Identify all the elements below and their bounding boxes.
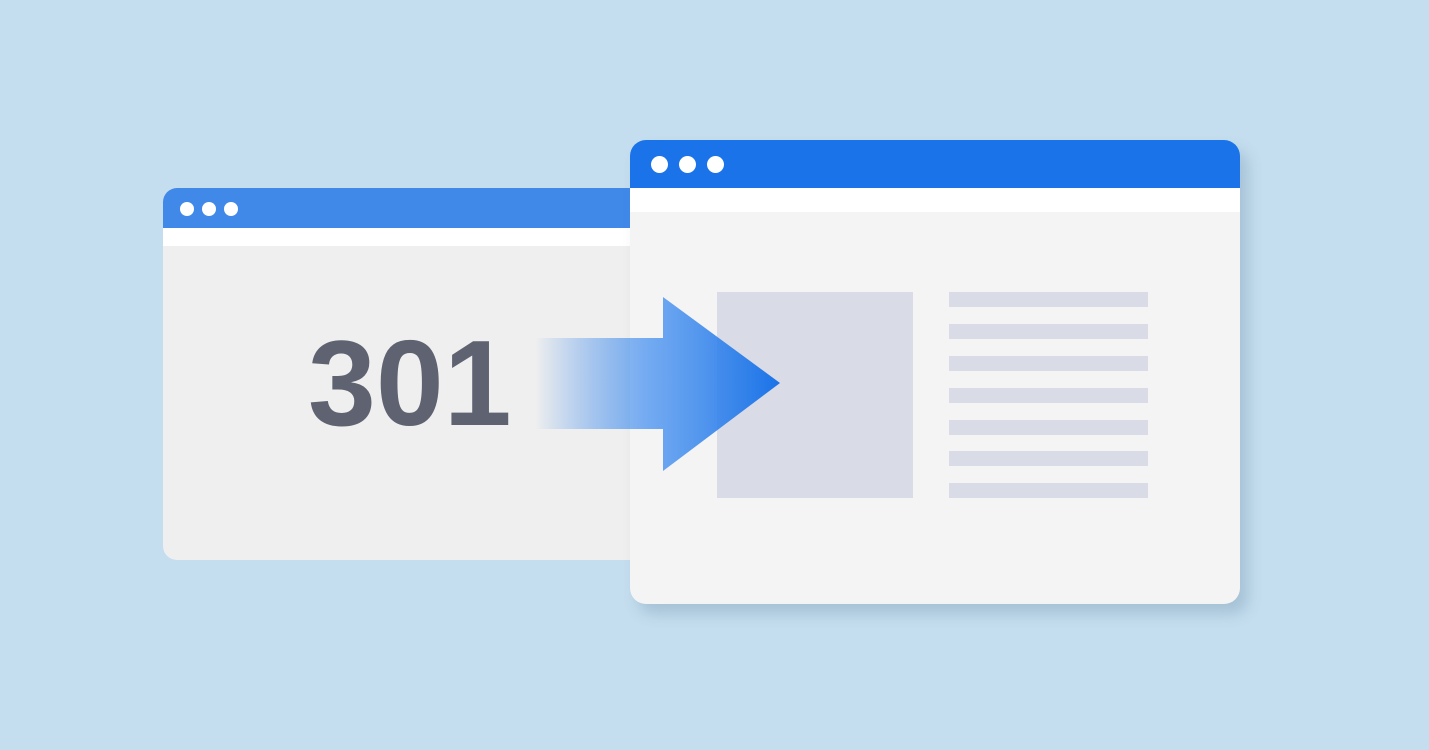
content-text-line — [949, 483, 1148, 498]
window-control-dot-icon — [180, 202, 194, 216]
status-code-301: 301 — [308, 315, 512, 451]
window-control-dot-icon — [707, 156, 724, 173]
window-control-dot-icon — [202, 202, 216, 216]
content-text-line — [949, 356, 1148, 371]
new-window-address-bar — [630, 188, 1240, 212]
content-text-line — [949, 324, 1148, 339]
old-window-titlebar — [163, 188, 673, 228]
window-control-dot-icon — [224, 202, 238, 216]
content-text-line — [949, 292, 1148, 307]
content-text-line — [949, 420, 1148, 435]
content-text-line — [949, 388, 1148, 403]
window-control-dot-icon — [679, 156, 696, 173]
content-image-placeholder — [717, 292, 913, 498]
new-window-titlebar — [630, 140, 1240, 188]
old-window-address-bar — [163, 228, 673, 246]
content-text-line — [949, 451, 1148, 466]
window-control-dot-icon — [651, 156, 668, 173]
